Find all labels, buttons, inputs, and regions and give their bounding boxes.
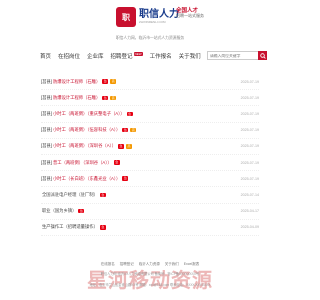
job-date: 2025-07-19 (240, 111, 259, 116)
job-name[interactable]: 小时工（长白班）（东鑫光业（A）） (53, 176, 120, 182)
site-logo[interactable]: 职 职信人力 ZHIXINRENLI.COM (116, 6, 179, 28)
footer-info: 职信人力网 临沂XX人力资源有限公司 备案号：鲁ICP备XXXXXXXX号 (100, 272, 200, 276)
nav-about[interactable]: 关于我们 (179, 52, 201, 60)
job-row[interactable]: 职业（国为乡镇）急 2025-04-17 (41, 204, 259, 220)
job-date: 2025-07-14 (240, 192, 259, 197)
nav-home[interactable]: 首页 (40, 52, 51, 60)
job-date: 2025-07-19 (240, 160, 259, 165)
job-date: 2025-04-17 (240, 209, 259, 214)
job-region: [莒县] (41, 127, 52, 133)
job-title: [莒县] 防爆设计工程师（石雕）急高 (41, 79, 241, 85)
job-name[interactable]: 小时工（两班倒）（重庆整电子（A）） (53, 111, 125, 117)
job-date: 2025-07-19 (240, 79, 259, 84)
job-date: 2025-07-19 (240, 144, 259, 149)
job-tag: 急 (122, 127, 129, 133)
main-nav: 首页 在招岗位 企业库 招聘登记 NEW 工作报名 关于我们 (40, 50, 208, 62)
job-date: 2025-04-09 (240, 225, 259, 230)
job-row[interactable]: [莒县] 小时工（长白班）（东鑫光业（A））急 2025-07-19 (41, 171, 259, 188)
job-region: [莒县] (41, 159, 52, 165)
new-badge: NEW (133, 52, 143, 56)
job-name[interactable]: 职业（国为乡镇） (42, 208, 76, 214)
job-date: 2025-07-19 (240, 176, 259, 181)
job-tag: 急 (122, 176, 129, 181)
job-region: [莒县] (41, 110, 52, 116)
job-row[interactable]: 全国派驻电户经理（驻厂制）急 2025-07-14 (41, 187, 259, 204)
job-tag: 急 (78, 208, 85, 214)
job-region: [莒县] (41, 94, 52, 100)
job-title: [莒县] 小时工（两班倒）（重庆整电子（A））急 (41, 111, 241, 117)
job-title: [莒县] 小时工（长白班）（东鑫光业（A））急 (41, 176, 241, 182)
job-tag: 高 (110, 79, 117, 84)
job-name[interactable]: 普工（两班倒）（深圳谷（A）） (53, 160, 112, 166)
job-tag: 急 (126, 111, 133, 117)
job-title: [莒县] 普工（两班倒）（深圳谷（A））急 (41, 160, 241, 166)
job-name[interactable]: 全国派驻电户经理（驻厂制） (42, 192, 98, 198)
nav-recruit-register[interactable]: 招聘登记 NEW (111, 52, 143, 60)
job-region: [莒县] (41, 143, 52, 149)
job-tag: 急 (99, 192, 106, 198)
job-row[interactable]: [莒县] 小时工（两班倒）（深圳谷（A））急高 2025-07-19 (41, 139, 259, 155)
job-tag: 急 (113, 160, 120, 165)
job-tag: 急 (99, 225, 106, 230)
job-list: [莒县] 防爆设计工程师（石雕）急高 2025-07-19 [莒县] 防爆设计工程师（石… (41, 74, 259, 236)
search-input[interactable] (207, 51, 259, 60)
job-title: [莒县] 小时工（两班倒）（伍容科技（A））急高 (41, 127, 241, 133)
job-row[interactable]: [莒县] 防爆设计工程师（石雕）急高 2025-07-19 (41, 74, 259, 91)
search-button[interactable] (258, 51, 267, 60)
job-tag: 高 (110, 95, 117, 101)
header-slogan: 全国人才 招聘一站式服务 (176, 8, 204, 18)
logo-mark: 职 (116, 7, 136, 27)
job-name[interactable]: 防爆设计工程师（石雕） (53, 95, 100, 101)
job-region: [莒县] (41, 78, 52, 84)
job-title: [莒县] 防爆设计工程师（石雕）急高 (41, 95, 241, 101)
footer-address: 地址：临沂市兰山区金雀山路XX号 邮箱：xxx@163.com 联系电话：XXX… (89, 283, 211, 287)
job-name[interactable]: 小时工（两班倒）（伍容科技（A）） (53, 127, 120, 133)
job-title: 职业（国为乡镇）急 (41, 208, 241, 214)
nav-jobs[interactable]: 在招岗位 (58, 52, 80, 60)
nav-recruit-register-label: 招聘登记 (110, 54, 133, 60)
job-row[interactable]: [莒县] 防爆设计工程师（石雕）急高 2025-07-19 (41, 90, 259, 107)
job-tag: 急 (102, 79, 109, 84)
job-title: 生产操作工（招聘适量操作）急 (41, 224, 241, 230)
job-name[interactable]: 防爆设计工程师（石雕） (53, 79, 100, 85)
job-name[interactable]: 生产操作工（招聘适量操作） (42, 224, 98, 230)
slogan-line-2: 招聘一站式服务 (176, 13, 204, 19)
logo-name: 职信人力 (139, 9, 179, 20)
job-row[interactable]: 生产操作工（招聘适量操作）急 2025-04-09 (41, 220, 259, 236)
watermark: 星河移动资源 (87, 270, 213, 292)
job-row[interactable]: [莒县] 普工（两班倒）（深圳谷（A））急 2025-07-19 (41, 155, 259, 172)
job-date: 2025-07-19 (240, 128, 259, 133)
nav-companies[interactable]: 企业库 (87, 52, 104, 60)
search-icon (259, 52, 266, 59)
job-row[interactable]: [莒县] 小时工（两班倒）（重庆整电子（A））急 2025-07-19 (41, 106, 259, 123)
job-tag: 急 (102, 95, 109, 101)
job-title: 全国派驻电户经理（驻厂制）急 (41, 192, 241, 198)
job-tag: 高 (126, 144, 133, 149)
job-date: 2025-07-19 (240, 95, 259, 100)
job-row[interactable]: [莒县] 小时工（两班倒）（伍容科技（A））急高 2025-07-19 (41, 123, 259, 139)
logo-text: 职信人力 ZHIXINRENLI.COM (139, 10, 179, 24)
job-region: [莒县] (41, 175, 52, 181)
job-tag: 急 (118, 144, 125, 149)
job-name[interactable]: 小时工（两班倒）（深圳谷（A）） (53, 143, 116, 149)
job-tag: 高 (130, 127, 137, 133)
site-tagline: 职信人力网，临沂市一站式人力资源服务 (115, 36, 185, 40)
logo-sub: ZHIXINRENLI.COM (139, 20, 166, 24)
nav-job-apply[interactable]: 工作报名 (150, 52, 172, 60)
job-title: [莒县] 小时工（两班倒）（深圳谷（A））急高 (41, 143, 241, 149)
